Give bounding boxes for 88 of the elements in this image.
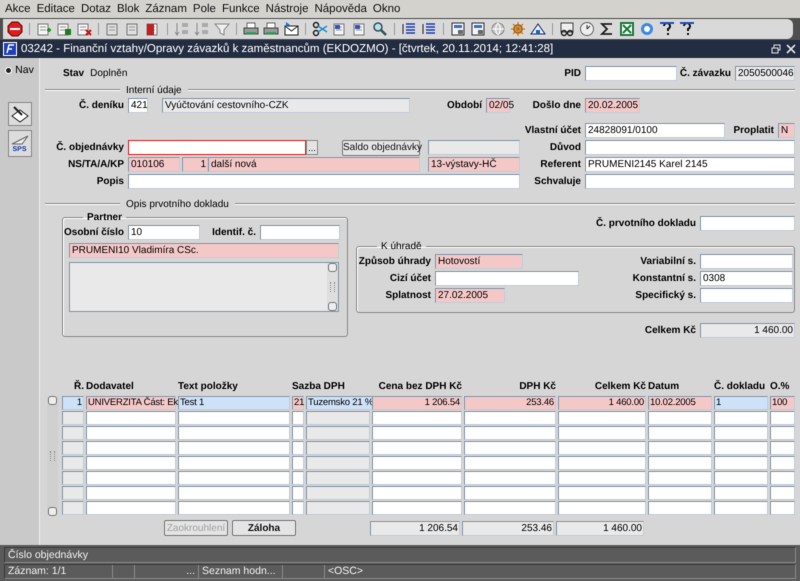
table-cell[interactable]: 1 460.00 [558, 396, 646, 410]
table-cell[interactable]: 10.02.2005 [648, 396, 712, 410]
frame-title: Partner [86, 212, 124, 223]
menu-item[interactable]: Editace [34, 3, 78, 15]
menu-item[interactable]: Funkce [218, 3, 263, 15]
field-label: Č. závazku [678, 68, 732, 79]
menu-item[interactable]: Pole [190, 3, 219, 15]
saldo-button[interactable]: Saldo objednávky [342, 140, 420, 156]
frame-title: K úhradě [380, 241, 423, 252]
text-field[interactable]: 421 [128, 98, 148, 113]
record-counter: Záznam: 1/1 [5, 564, 113, 578]
field-label: Schvaluje [533, 176, 582, 187]
text-field[interactable]: 253.46 [462, 520, 554, 536]
field-label: Celkem Kč [644, 325, 697, 336]
status-text: ... [135, 564, 199, 578]
table-cell[interactable]: UNIVERZITA Část: Ek [86, 396, 176, 410]
field-label: Konstantní s. [632, 273, 697, 284]
column-header: Sazba DPH [292, 381, 346, 393]
column-header: Datum [648, 381, 680, 393]
field-label: Popis [96, 176, 125, 187]
menu-item[interactable]: Záznam [142, 3, 190, 15]
column-header: DPH Kč [518, 381, 556, 393]
menu-item[interactable]: Dotaz [78, 3, 114, 15]
field-label: Č. deníku [78, 100, 125, 111]
column-header: Cena bez DPH Kč [378, 381, 462, 393]
field-label: Cizí účet [388, 273, 432, 284]
text-field[interactable]: 010106 [128, 157, 180, 172]
column-header: Celkem Kč [594, 381, 646, 393]
menu-item[interactable]: Nápověda [311, 3, 370, 15]
text-field[interactable]: 1 460.00 [700, 323, 795, 338]
status-label: Stav [63, 68, 84, 79]
table-cell[interactable]: 21 [292, 396, 304, 410]
table-cell[interactable]: 253.46 [464, 396, 556, 410]
table-cell[interactable]: 1 [714, 396, 768, 410]
table-cell[interactable]: Test 1 [178, 396, 290, 410]
table-cell[interactable]: 1 206.54 [372, 396, 462, 410]
field-label: Referent [539, 159, 582, 170]
table-cell[interactable]: 1 [62, 396, 84, 410]
menu-item[interactable]: Okno [370, 3, 404, 15]
status-text: Seznam hodn... [199, 564, 283, 578]
action-button[interactable]: Záloha [232, 520, 296, 536]
text-field[interactable]: 24828091/0100 [585, 123, 725, 138]
mode-indicator: <OSC> [327, 564, 364, 578]
menu-item[interactable]: Akce [2, 3, 34, 15]
nav-radio[interactable]: Nav [5, 64, 34, 76]
table-cell[interactable]: 100 [770, 396, 795, 410]
status-value: Doplněn [90, 68, 128, 79]
list-of-values-button[interactable]: ... [306, 140, 318, 155]
text-field[interactable]: N [778, 123, 795, 138]
menu-item[interactable]: Nástroje [262, 3, 312, 15]
text-field[interactable]: PRUMENI2145 Karel 2145 [585, 157, 795, 172]
text-field[interactable]: PRUMENI10 Vladimíra CSc. [69, 243, 339, 258]
field-label: Specifický s. [634, 290, 697, 301]
text-field[interactable]: 2050500046 [735, 66, 795, 81]
text-field[interactable]: 10 [128, 225, 200, 240]
field-label: Způsob úhrady [358, 256, 432, 267]
field-label: Proplatit [732, 125, 775, 136]
field-label: Splatnost [384, 290, 432, 301]
text-field[interactable]: další nová [208, 157, 420, 172]
column-header: Dodavatel [86, 381, 135, 393]
field-label: Vlastní účet [524, 125, 582, 136]
text-field[interactable]: 1 460.00 [556, 520, 644, 536]
section-title: Interní údaje [125, 84, 183, 96]
text-field[interactable]: 20.02.2005 [585, 98, 640, 113]
field-label: Osobní číslo [63, 227, 125, 238]
text-field[interactable]: 13-výstavy-HČ [428, 157, 520, 172]
column-header: Č. dokladu [714, 381, 766, 393]
column-header: Ř. [73, 381, 84, 393]
field-label: Důvod [548, 142, 582, 153]
text-field[interactable]: Hotovostí [435, 254, 523, 269]
column-header: O.% [770, 381, 790, 393]
menu-item[interactable]: Blok [114, 3, 142, 15]
text-field[interactable]: 1 206.54 [370, 520, 460, 536]
field-label: Období [446, 100, 484, 111]
field-label: NS/TA/A/KP [67, 159, 125, 170]
window-title: 03242 - Finanční vztahy/Opravy závazků k zaměstnancům (EKDOZMO) - [čtvrtek, 20.11.2014; 12:41:28] [21, 43, 554, 55]
text-field[interactable]: 0308 [700, 271, 793, 286]
section-title: Opis prvotního dokladu [125, 198, 230, 210]
text-field[interactable]: 27.02.2005 [435, 288, 505, 303]
field-label: Identif. č. [211, 227, 257, 238]
status-message: Číslo objednávky [8, 548, 88, 561]
field-label: PID [563, 68, 582, 79]
text-field[interactable]: 1 [182, 157, 208, 172]
field-label: Č. objednávky [55, 142, 125, 153]
text-field[interactable]: Vyúčtování cestovního-CZK [162, 98, 410, 113]
field-label: Variabilní s. [639, 256, 697, 267]
column-header: Text položky [178, 381, 239, 393]
field-label: Č. prvotního dokladu [595, 218, 697, 229]
